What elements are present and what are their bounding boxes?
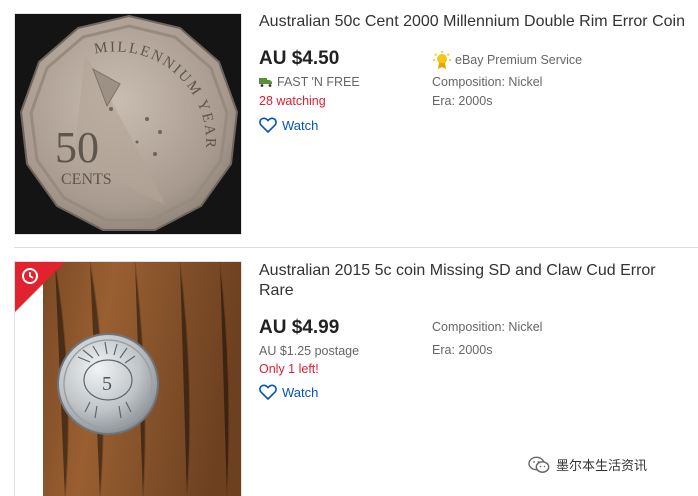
watching-count: 28 watching (259, 94, 326, 108)
premium-badge-icon (433, 51, 451, 69)
truck-icon (259, 78, 272, 87)
coin-denomination: 50 (55, 123, 99, 172)
svg-text:5: 5 (102, 373, 112, 395)
era-spec: Era: 2000s (432, 343, 493, 357)
listing-divider (14, 247, 698, 248)
heart-icon (259, 384, 277, 400)
coin-unit: CENTS (61, 171, 112, 188)
coin-50c-image: MILLENNIUM YEAR 50 CENTS (15, 14, 241, 234)
watermark: 墨尔本生活资讯 (528, 455, 647, 474)
premium-label: eBay Premium Service (455, 53, 583, 67)
listing-item: MILLENNIUM YEAR 50 CENTS Australian 50c … (0, 0, 698, 246)
coin-5c-image: 5 (15, 262, 241, 496)
listing-image[interactable]: 5 (14, 261, 242, 496)
composition-spec: Composition: Nickel (432, 75, 543, 89)
postage-info: AU $1.25 postage (259, 344, 360, 358)
listing-title-link[interactable]: Australian 2015 5c coin Missing SD and C… (259, 261, 684, 301)
shipping-info: FAST 'N FREE (259, 75, 360, 89)
watch-label: Watch (282, 117, 319, 133)
shipping-label: FAST 'N FREE (277, 75, 360, 89)
stock-alert: Only 1 left! (259, 362, 319, 376)
wechat-icon (528, 456, 550, 473)
listing-title-link[interactable]: Australian 50c Cent 2000 Millennium Doub… (259, 12, 689, 32)
listing-price: AU $4.50 (259, 48, 340, 69)
watch-button[interactable]: Watch (259, 117, 318, 133)
watch-label: Watch (282, 384, 319, 400)
watch-button[interactable]: Watch (259, 384, 318, 400)
listing-image[interactable]: MILLENNIUM YEAR 50 CENTS (14, 13, 242, 235)
era-spec: Era: 2000s (432, 94, 493, 108)
listing-price: AU $4.99 (259, 317, 340, 338)
composition-spec: Composition: Nickel (432, 320, 543, 334)
watermark-text: 墨尔本生活资讯 (556, 458, 648, 473)
heart-icon (259, 117, 277, 133)
premium-service: eBay Premium Service (432, 51, 582, 69)
